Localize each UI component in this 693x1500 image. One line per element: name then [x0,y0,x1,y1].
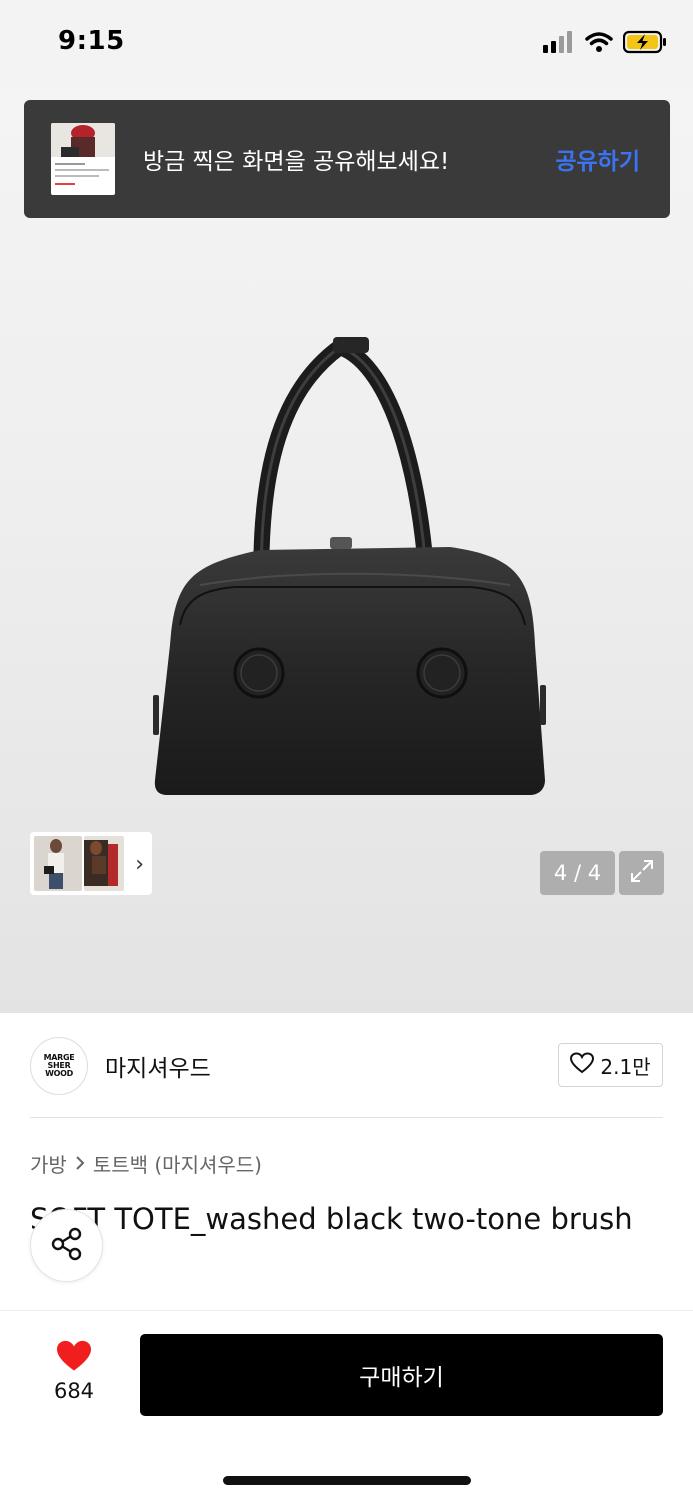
toast-message: 방금 찍은 화면을 공유해보세요! [143,149,450,175]
buy-button[interactable]: 구매하기 [140,1334,663,1416]
wishlist-count: 684 [53,1379,95,1403]
chevron-right-icon [75,1152,85,1176]
brand-row[interactable]: MARGE SHER WOOD 마지셔우드 2.1만 [30,1036,663,1096]
brand-name[interactable]: 마지셔우드 [105,1049,211,1083]
brand-logo[interactable]: MARGE SHER WOOD [30,1037,88,1095]
bottom-action-bar: 684 구매하기 [0,1310,693,1500]
product-title: SOFT TOTE_washed black two-tone brush [30,1202,633,1236]
expand-icon [628,857,656,889]
battery-charging-icon [622,30,667,58]
share-button[interactable] [30,1209,103,1282]
image-counter: 4 / 4 [540,851,615,895]
wifi-icon [585,31,613,57]
status-time: 9:15 [58,26,125,56]
status-icons [543,30,667,58]
share-icon [49,1226,85,1266]
home-indicator [223,1476,471,1485]
chevron-right-icon: › [135,852,144,877]
screenshot-thumbnail [51,123,115,195]
brand-like-count: 2.1만 [600,1054,651,1079]
gallery-thumbnail-strip[interactable]: › [30,832,152,895]
share-now-button[interactable]: 공유하기 [555,142,640,176]
signal-icon [543,31,575,57]
expand-button[interactable] [619,851,664,895]
brand-logo-line: WOOD [45,1069,73,1078]
breadcrumb-category[interactable]: 가방 [30,1149,67,1178]
divider [30,1117,663,1118]
breadcrumb: 가방 토트백 (마지셔우드) [30,1149,262,1178]
heart-filled-icon [55,1340,93,1377]
heart-outline-icon [570,1051,595,1079]
wishlist-button[interactable]: 684 [46,1339,102,1403]
gallery-thumbnail[interactable] [34,836,82,891]
product-image [140,325,560,805]
gallery-thumbnail[interactable] [84,836,124,891]
breadcrumb-subcategory[interactable]: 토트백 (마지셔우드) [93,1149,262,1178]
status-bar: 9:15 [0,0,693,90]
brand-like-button[interactable]: 2.1만 [558,1043,663,1087]
screenshot-share-toast: 방금 찍은 화면을 공유해보세요! 공유하기 [24,100,670,218]
